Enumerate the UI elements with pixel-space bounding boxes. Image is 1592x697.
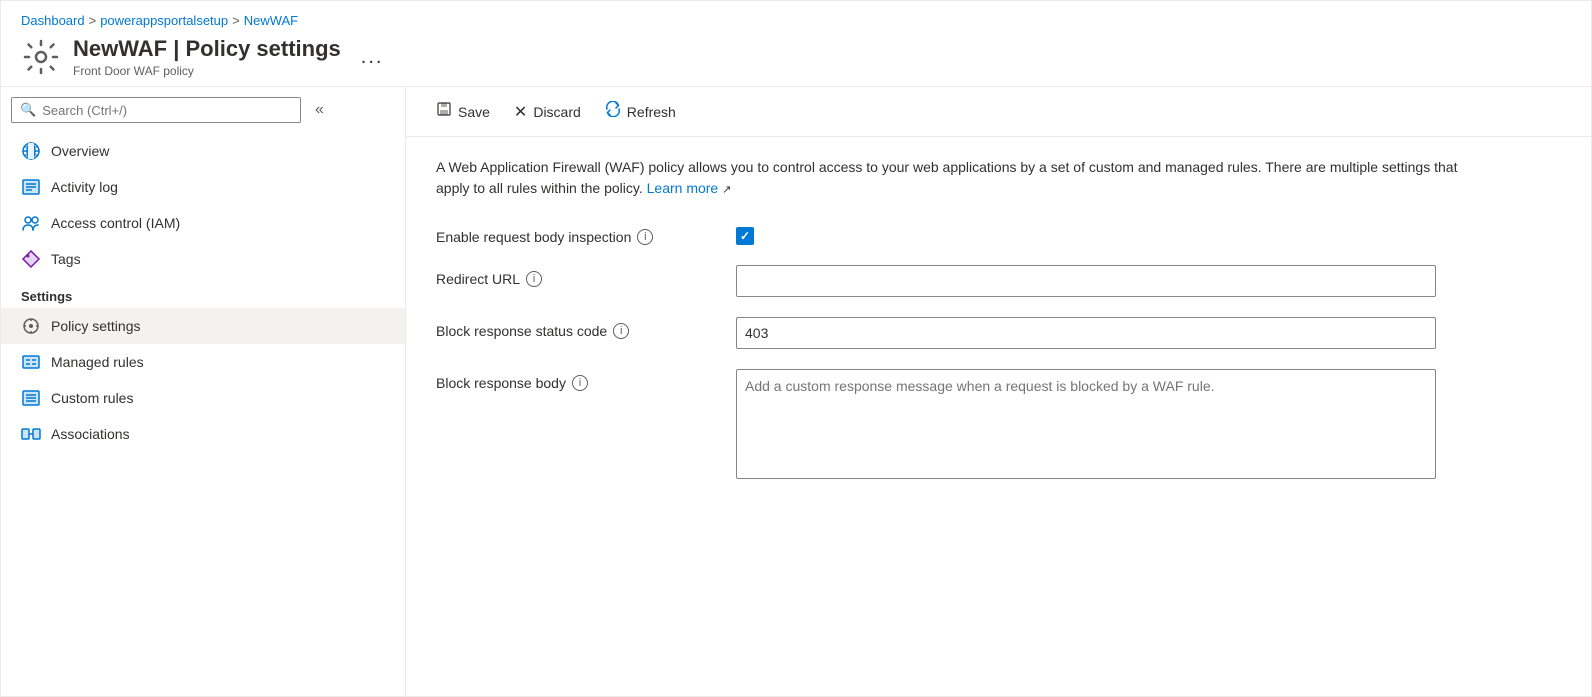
request-body-label: Enable request body inspection i xyxy=(436,223,716,245)
form-row-block-body: Block response body i xyxy=(436,369,1561,482)
refresh-label: Refresh xyxy=(627,104,676,120)
breadcrumb-portal[interactable]: powerappsportalsetup xyxy=(100,13,228,28)
sidebar-item-custom-rules[interactable]: Custom rules xyxy=(1,380,405,416)
header: Dashboard > powerappsportalsetup > NewWA… xyxy=(1,1,1591,87)
refresh-button[interactable]: Refresh xyxy=(595,95,686,128)
app-container: Dashboard > powerappsportalsetup > NewWA… xyxy=(0,0,1592,697)
request-body-label-text: Enable request body inspection xyxy=(436,229,631,245)
search-box[interactable]: 🔍 xyxy=(11,97,301,123)
policy-settings-icon xyxy=(21,316,41,336)
block-body-label: Block response body i xyxy=(436,369,716,391)
block-body-textarea[interactable] xyxy=(736,369,1436,479)
title-text: NewWAF | Policy settings Front Door WAF … xyxy=(73,36,341,78)
search-input[interactable] xyxy=(42,103,292,118)
discard-label: Discard xyxy=(533,104,580,120)
request-body-control xyxy=(736,223,1436,245)
sidebar-item-tags[interactable]: Tags xyxy=(1,241,405,277)
redirect-url-label: Redirect URL i xyxy=(436,265,716,287)
description-text: A Web Application Firewall (WAF) policy … xyxy=(436,157,1486,199)
toolbar: Save ✕ Discard Refresh xyxy=(406,87,1591,137)
breadcrumb-sep-2: > xyxy=(232,13,240,28)
main-layout: 🔍 « Overview xyxy=(1,87,1591,696)
discard-icon: ✕ xyxy=(514,102,527,122)
overview-icon xyxy=(21,141,41,161)
content-area: Save ✕ Discard Refresh xyxy=(406,87,1591,696)
search-icon: 🔍 xyxy=(20,102,36,118)
sidebar-item-managed-rules-label: Managed rules xyxy=(51,354,144,370)
sidebar-item-associations-label: Associations xyxy=(51,426,130,442)
tags-icon xyxy=(21,249,41,269)
sidebar-item-custom-rules-label: Custom rules xyxy=(51,390,133,406)
breadcrumb-waf[interactable]: NewWAF xyxy=(244,13,298,28)
iam-icon xyxy=(21,213,41,233)
block-body-label-text: Block response body xyxy=(436,375,566,391)
activity-log-icon xyxy=(21,177,41,197)
sidebar-item-overview-label: Overview xyxy=(51,143,109,159)
breadcrumb: Dashboard > powerappsportalsetup > NewWA… xyxy=(21,13,1571,28)
discard-button[interactable]: ✕ Discard xyxy=(504,96,591,128)
form-row-redirect-url: Redirect URL i xyxy=(436,265,1561,297)
block-status-control[interactable] xyxy=(736,317,1436,349)
block-status-label: Block response status code i xyxy=(436,317,716,339)
sidebar-item-tags-label: Tags xyxy=(51,251,81,267)
sidebar-item-overview[interactable]: Overview xyxy=(1,133,405,169)
settings-section-label: Settings xyxy=(1,277,405,308)
gear-icon xyxy=(21,37,61,77)
redirect-url-input[interactable] xyxy=(736,265,1436,297)
form-row-block-status: Block response status code i xyxy=(436,317,1561,349)
learn-more-link[interactable]: Learn more xyxy=(647,180,719,196)
block-status-label-text: Block response status code xyxy=(436,323,607,339)
block-body-control[interactable] xyxy=(736,369,1436,482)
block-status-info-icon[interactable]: i xyxy=(613,323,629,339)
save-button[interactable]: Save xyxy=(426,95,500,128)
sidebar-item-activity-log-label: Activity log xyxy=(51,179,118,195)
sidebar: 🔍 « Overview xyxy=(1,87,406,696)
request-body-checkbox[interactable] xyxy=(736,227,754,245)
title-row: NewWAF | Policy settings Front Door WAF … xyxy=(21,36,1571,78)
block-status-input[interactable] xyxy=(736,317,1436,349)
sidebar-item-policy-settings[interactable]: Policy settings xyxy=(1,308,405,344)
search-row: 🔍 « xyxy=(1,97,405,133)
sidebar-item-activity-log[interactable]: Activity log xyxy=(1,169,405,205)
custom-rules-icon xyxy=(21,388,41,408)
save-label: Save xyxy=(458,104,490,120)
block-body-info-icon[interactable]: i xyxy=(572,375,588,391)
redirect-url-control[interactable] xyxy=(736,265,1436,297)
page-subtitle: Front Door WAF policy xyxy=(73,64,341,78)
save-icon xyxy=(436,101,452,122)
sidebar-item-associations[interactable]: Associations xyxy=(1,416,405,452)
sidebar-item-policy-settings-label: Policy settings xyxy=(51,318,140,334)
sidebar-item-iam[interactable]: Access control (IAM) xyxy=(1,205,405,241)
collapse-button[interactable]: « xyxy=(307,97,332,123)
request-body-info-icon[interactable]: i xyxy=(637,229,653,245)
associations-icon xyxy=(21,424,41,444)
sidebar-item-iam-label: Access control (IAM) xyxy=(51,215,180,231)
redirect-url-info-icon[interactable]: i xyxy=(526,271,542,287)
redirect-url-label-text: Redirect URL xyxy=(436,271,520,287)
managed-rules-icon xyxy=(21,352,41,372)
policy-content: A Web Application Firewall (WAF) policy … xyxy=(406,137,1591,696)
ellipsis-button[interactable]: ... xyxy=(361,46,384,69)
form-row-request-body: Enable request body inspection i xyxy=(436,223,1561,245)
breadcrumb-sep-1: > xyxy=(89,13,97,28)
breadcrumb-dashboard[interactable]: Dashboard xyxy=(21,13,85,28)
page-title: NewWAF | Policy settings xyxy=(73,36,341,62)
external-link-icon: ↗ xyxy=(722,184,731,196)
sidebar-item-managed-rules[interactable]: Managed rules xyxy=(1,344,405,380)
refresh-icon xyxy=(605,101,621,122)
